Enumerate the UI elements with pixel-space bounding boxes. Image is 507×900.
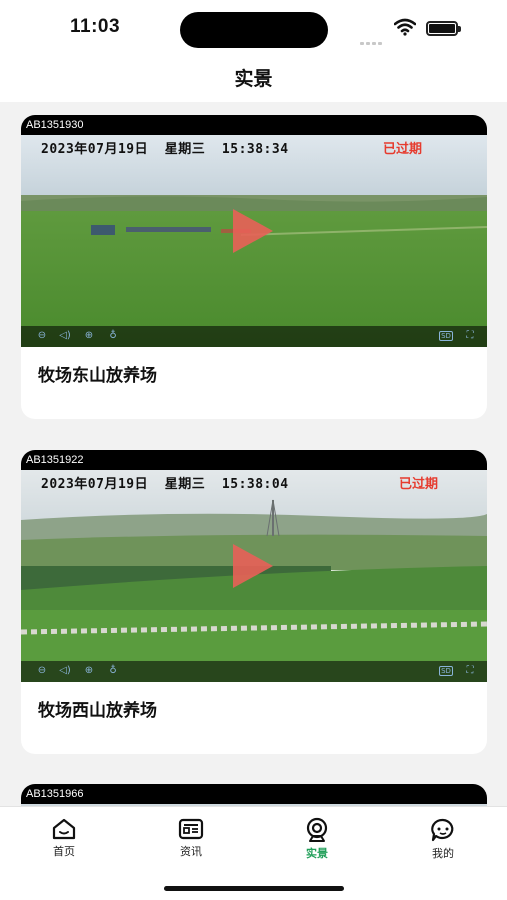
cellular-signal-icon <box>360 30 384 49</box>
status-bar: 11:03 <box>0 0 507 58</box>
expired-badge: 已过期 <box>383 142 423 157</box>
camera-list[interactable]: AB1351930 2023年07月19日 星期三 15:38:34 已过期 ⊖… <box>0 102 507 806</box>
device-id: AB1351966 <box>21 784 487 804</box>
device-id: AB1351930 <box>21 115 487 135</box>
dynamic-island <box>180 12 328 48</box>
sd-icon[interactable]: SD <box>439 666 453 676</box>
tab-bar: 首页 资讯 实景 我的 <box>0 806 507 900</box>
news-icon <box>178 818 204 840</box>
volume-icon[interactable]: ◁) <box>58 664 72 678</box>
chat-icon <box>431 818 454 842</box>
volume-icon[interactable]: ◁) <box>58 329 72 343</box>
fullscreen-icon[interactable]: ⛶ <box>463 664 477 678</box>
tab-live-view[interactable]: 实景 <box>272 817 362 861</box>
sd-icon[interactable]: SD <box>439 331 453 341</box>
camera-card[interactable]: AB1351930 2023年07月19日 星期三 15:38:34 已过期 ⊖… <box>21 115 487 419</box>
tab-profile[interactable]: 我的 <box>398 817 488 861</box>
play-button[interactable] <box>233 209 273 253</box>
ptz-icon[interactable]: ⊕ <box>82 664 96 678</box>
tab-label: 我的 <box>432 847 454 860</box>
play-button[interactable] <box>233 544 273 588</box>
page-title: 实景 <box>234 68 273 90</box>
tab-news[interactable]: 资讯 <box>146 817 236 859</box>
card-title: 牧场东山放养场 <box>38 366 157 386</box>
video-datetime: 2023年07月19日 星期三 15:38:04 <box>41 477 289 492</box>
card-title: 牧场西山放养场 <box>38 701 157 721</box>
camera-card[interactable]: AB1351922 2023年07月19日 星期三 15:38:04 已过期 ⊖… <box>21 450 487 754</box>
expired-badge: 已过期 <box>399 477 439 492</box>
wifi-icon <box>394 18 416 36</box>
tab-label: 首页 <box>53 845 75 858</box>
ptz-icon[interactable]: ⊕ <box>82 329 96 343</box>
nav-header: 实景 <box>0 58 507 102</box>
mic-icon[interactable]: ♁ <box>106 329 120 343</box>
device-id: AB1351922 <box>21 450 487 470</box>
home-icon <box>52 818 76 840</box>
video-controls: ⊖ ◁) ⊕ ♁ SD ⛶ <box>21 661 487 682</box>
tab-home[interactable]: 首页 <box>19 817 109 859</box>
tab-label: 实景 <box>306 847 328 860</box>
pause-icon[interactable]: ⊖ <box>35 329 49 343</box>
fullscreen-icon[interactable]: ⛶ <box>463 329 477 343</box>
pause-icon[interactable]: ⊖ <box>35 664 49 678</box>
video-controls: ⊖ ◁) ⊕ ♁ SD ⛶ <box>21 326 487 347</box>
mic-icon[interactable]: ♁ <box>106 664 120 678</box>
tab-label: 资讯 <box>180 845 202 858</box>
video-player[interactable]: 2023年07月19日 星期三 15:38:04 已过期 ⊖ ◁) ⊕ ♁ SD… <box>21 470 487 682</box>
camera-icon <box>306 817 328 842</box>
home-indicator <box>164 886 344 891</box>
video-player[interactable]: 2023年07月19日 星期三 15:38:34 已过期 ⊖ ◁) ⊕ ♁ SD… <box>21 135 487 347</box>
battery-icon <box>426 21 461 36</box>
status-time: 11:03 <box>70 16 121 37</box>
camera-card[interactable]: AB1351966 <box>21 784 487 806</box>
video-datetime: 2023年07月19日 星期三 15:38:34 <box>41 142 289 157</box>
